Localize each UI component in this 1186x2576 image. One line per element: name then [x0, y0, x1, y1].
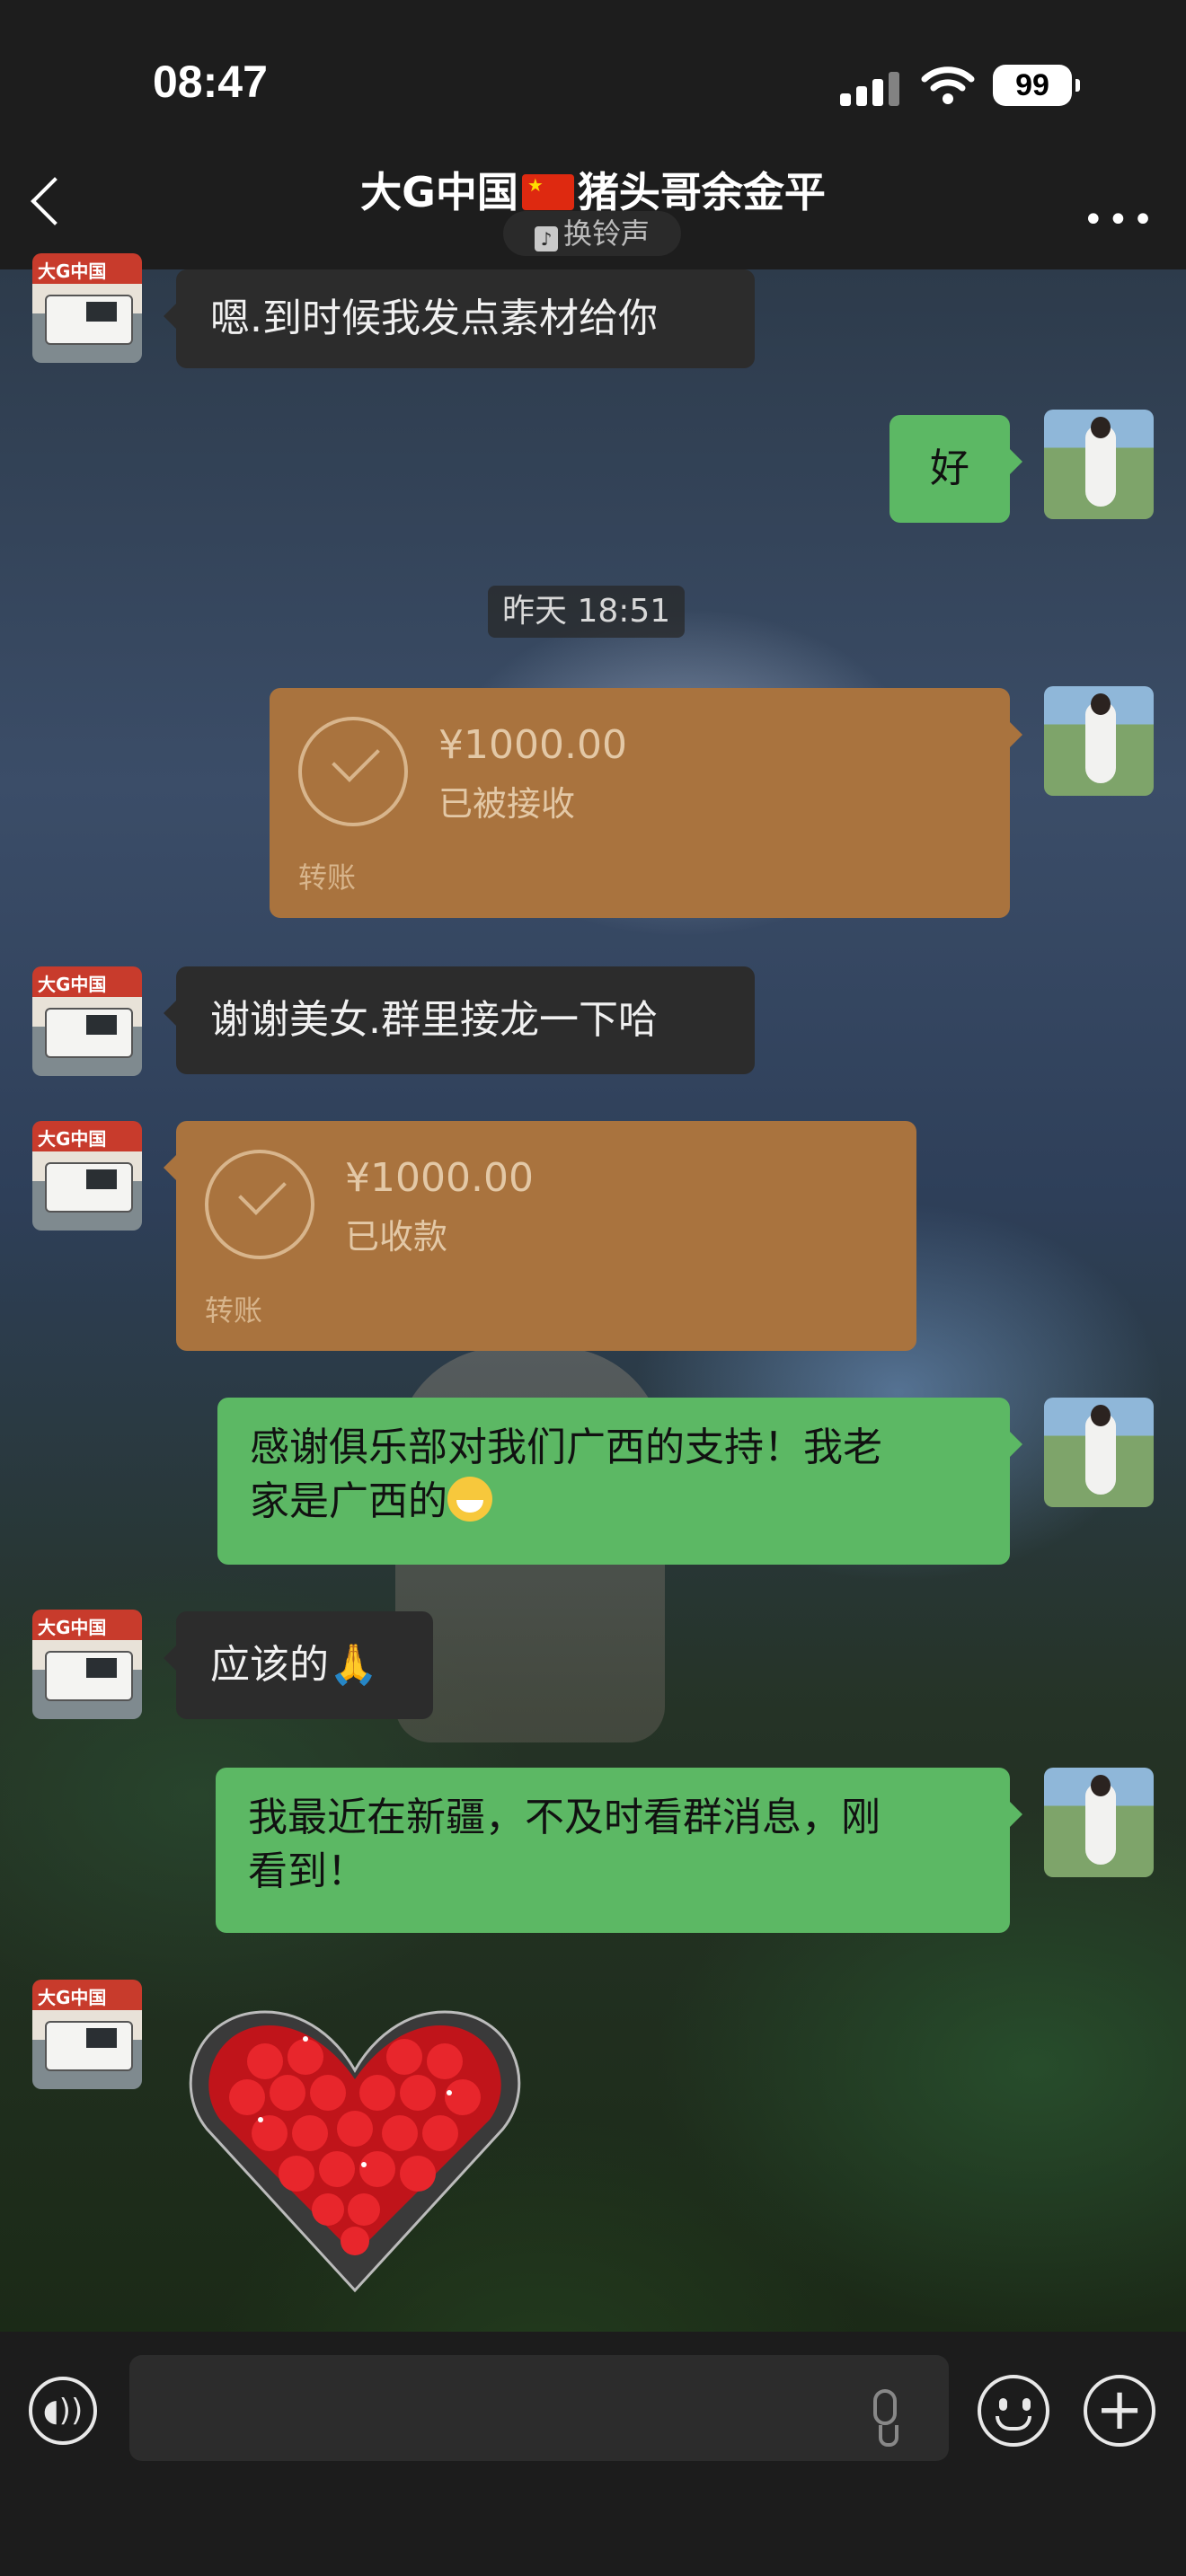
- message-bubble-incoming[interactable]: 嗯.到时候我发点素材给你: [164, 269, 755, 368]
- check-circle-icon: [205, 1150, 314, 1259]
- avatar-sign-text: 大G中国: [38, 1128, 107, 1150]
- message-text-line-1: 我最近在新疆，不及时看群消息，刚: [248, 1795, 881, 1840]
- transfer-amount: ¥1000.00: [345, 1155, 534, 1201]
- transfer-label: 转账: [205, 1293, 263, 1328]
- music-note-icon: ♪: [534, 226, 558, 251]
- my-avatar[interactable]: [1044, 1398, 1154, 1507]
- title-part-1: 大G中国: [360, 168, 518, 216]
- message-input[interactable]: [129, 2355, 949, 2461]
- avatar-sign-text: 大G中国: [38, 1987, 107, 2008]
- my-avatar[interactable]: [1044, 686, 1154, 796]
- avatar-sign-text: 大G中国: [38, 260, 107, 282]
- change-ringtone-button[interactable]: ♪ 换铃声: [503, 211, 681, 256]
- more-options-button[interactable]: •••: [1083, 199, 1157, 241]
- chat-timestamp: 昨天 18:51: [488, 586, 686, 638]
- transfer-status: 已被接收: [438, 784, 576, 824]
- contact-avatar[interactable]: 大G中国: [32, 253, 142, 363]
- message-text: 应该的: [210, 1642, 329, 1688]
- signal-icon: [840, 70, 903, 106]
- battery-icon: 99: [993, 65, 1080, 106]
- rose-heart-sticker[interactable]: [180, 1985, 530, 2299]
- mic-stand-icon: [879, 2425, 898, 2447]
- contact-avatar[interactable]: 大G中国: [32, 1610, 142, 1719]
- message-text: 好: [930, 446, 969, 491]
- message-text-line-2: 看到！: [248, 1848, 367, 1894]
- status-time: 08:47: [153, 57, 268, 107]
- transfer-amount: ¥1000.00: [438, 722, 627, 768]
- china-flag-icon: [521, 174, 574, 210]
- avatar-sign-text: 大G中国: [38, 974, 107, 995]
- my-avatar[interactable]: [1044, 410, 1154, 519]
- voice-icon[interactable]: ◖)): [29, 2377, 97, 2445]
- message-text-line-1: 感谢俱乐部对我们广西的支持！我老: [250, 1425, 882, 1470]
- title-part-2: 猪头哥余金平: [577, 168, 826, 216]
- message-text: 谢谢美女.群里接龙一下哈: [210, 997, 658, 1043]
- message-text-line-2: 家是广西的: [250, 1478, 447, 1524]
- my-avatar[interactable]: [1044, 1768, 1154, 1877]
- message-text: 嗯.到时候我发点素材给你: [210, 296, 658, 341]
- wifi-icon: [921, 66, 975, 104]
- message-bubble-incoming[interactable]: 谢谢美女.群里接龙一下哈: [164, 966, 755, 1074]
- transfer-status: 已收款: [345, 1217, 448, 1257]
- avatar-sign-text: 大G中国: [38, 1617, 107, 1638]
- transfer-card-outgoing[interactable]: ¥1000.00 已被接收 转账: [270, 688, 1022, 918]
- contact-avatar[interactable]: 大G中国: [32, 1121, 142, 1231]
- header: 08:47 99 大G中国 猪头哥余金平 ♪换铃声 •••: [0, 0, 1186, 269]
- contact-avatar[interactable]: 大G中国: [32, 1980, 142, 2089]
- contact-avatar[interactable]: 大G中国: [32, 966, 142, 1076]
- check-circle-icon: [298, 717, 408, 826]
- ringtone-label: 换铃声: [562, 216, 650, 251]
- pray-emoji-icon: 🙏: [329, 1642, 378, 1688]
- transfer-card-incoming[interactable]: ¥1000.00 已收款 转账: [164, 1121, 916, 1351]
- transfer-label: 转账: [298, 860, 357, 895]
- message-bubble-outgoing[interactable]: 感谢俱乐部对我们广西的支持！我老 家是广西的: [217, 1398, 1022, 1565]
- message-bubble-outgoing[interactable]: 我最近在新疆，不及时看群消息，刚 看到！: [216, 1768, 1022, 1933]
- emoji-icon[interactable]: [978, 2375, 1049, 2447]
- grin-emoji-icon: [447, 1477, 492, 1522]
- mic-icon[interactable]: [873, 2389, 897, 2425]
- chat-screen: 08:47 99 大G中国 猪头哥余金平 ♪换铃声 ••• 大G中国 嗯.到时候我…: [0, 0, 1186, 2576]
- message-bubble-outgoing[interactable]: 好: [890, 415, 1022, 523]
- message-bubble-incoming[interactable]: 应该的🙏: [164, 1611, 433, 1719]
- plus-icon[interactable]: +: [1084, 2375, 1155, 2447]
